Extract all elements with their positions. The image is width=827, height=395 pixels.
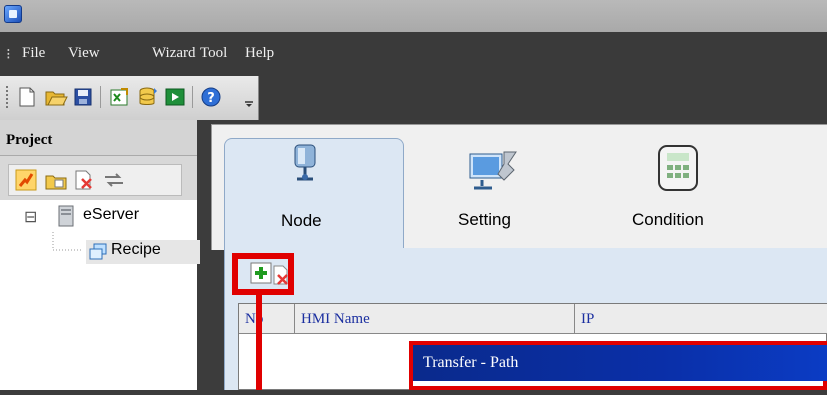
toolbar-empty-area <box>259 76 827 120</box>
menu-help[interactable]: Help <box>245 45 274 62</box>
tree-item-recipe: Recipe <box>111 241 161 258</box>
project-header: Project <box>0 120 197 156</box>
project-toolbar <box>8 164 182 196</box>
run-icon[interactable] <box>164 85 186 109</box>
highlight-box-add-button <box>232 253 294 295</box>
svg-text:?: ? <box>207 91 215 106</box>
database-icon[interactable] <box>136 85 158 109</box>
column-no[interactable]: No <box>239 304 295 334</box>
server-icon <box>58 205 74 227</box>
help-icon[interactable]: ? <box>200 85 222 109</box>
condition-icon[interactable] <box>653 144 703 192</box>
column-hmi-name[interactable]: HMI Name <box>295 304 575 334</box>
transfer-path-dialog: Transfer - Path <box>409 341 827 390</box>
project-tree: ⊟ eServer Recipe <box>0 200 200 390</box>
column-ip[interactable]: IP <box>575 304 827 334</box>
swap-icon[interactable] <box>103 171 125 189</box>
toolbar-grip[interactable] <box>6 86 9 108</box>
node-icon <box>291 143 319 183</box>
tab-setting[interactable]: Setting <box>458 210 511 230</box>
setting-icon[interactable] <box>468 146 520 192</box>
dialog-title-bar[interactable]: Transfer - Path <box>413 345 827 381</box>
menu-view[interactable]: View <box>68 45 100 62</box>
add-folder-icon[interactable] <box>45 171 67 191</box>
project-title: Project <box>6 132 53 148</box>
project-panel: Project ⊟ eServer Recipe <box>0 120 203 390</box>
app-icon[interactable] <box>4 5 22 23</box>
new-file-icon[interactable] <box>16 85 38 109</box>
toolbar-overflow-icon[interactable] <box>244 90 254 108</box>
tree-item-eserver[interactable]: eServer <box>83 206 139 224</box>
menu-file[interactable]: File <box>22 45 45 62</box>
main-toolbar: ? <box>0 76 259 120</box>
delete-node-icon[interactable] <box>73 169 95 191</box>
tab-node[interactable]: Node <box>224 138 404 254</box>
tab-condition[interactable]: Condition <box>632 210 704 230</box>
grid-header: No HMI Name IP <box>239 304 827 334</box>
menu-grip: ⁝ <box>6 47 11 63</box>
import-excel-icon[interactable] <box>108 85 130 109</box>
recipe-icon <box>88 242 108 262</box>
window-title-bar <box>0 0 827 32</box>
tab-node-label: Node <box>281 211 322 230</box>
open-folder-icon[interactable] <box>44 85 68 109</box>
save-icon[interactable] <box>72 85 94 109</box>
tree-lines <box>0 200 197 390</box>
menu-wizard[interactable]: Wizard <box>152 45 196 62</box>
tree-expander-icon[interactable]: ⊟ <box>24 207 37 227</box>
highlight-connector-line <box>256 295 262 390</box>
connect-icon[interactable] <box>15 169 37 191</box>
menu-tool[interactable]: Tool <box>200 45 227 62</box>
tree-item-recipe-row[interactable]: Recipe <box>86 240 200 264</box>
menu-bar: ⁝ File View Wizard Tool Help <box>0 32 827 76</box>
dialog-title: Transfer - Path <box>423 354 519 371</box>
